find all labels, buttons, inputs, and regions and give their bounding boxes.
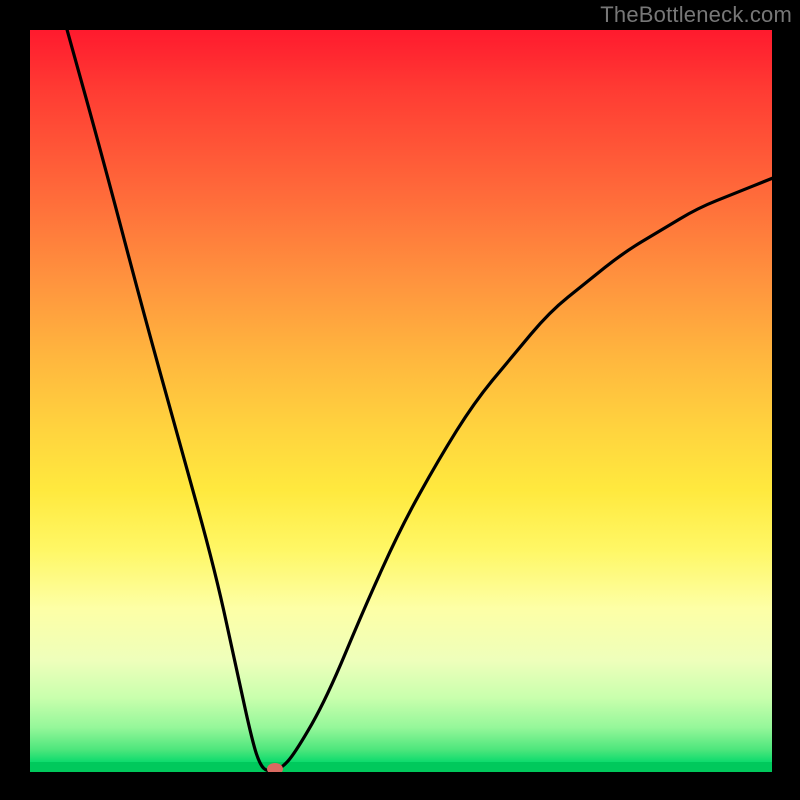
chart-frame: TheBottleneck.com	[0, 0, 800, 800]
plot-area	[30, 30, 772, 772]
bottleneck-curve-svg	[30, 30, 772, 772]
optimal-point-marker	[267, 763, 283, 772]
bottleneck-curve	[67, 30, 772, 771]
watermark-label: TheBottleneck.com	[600, 2, 792, 28]
